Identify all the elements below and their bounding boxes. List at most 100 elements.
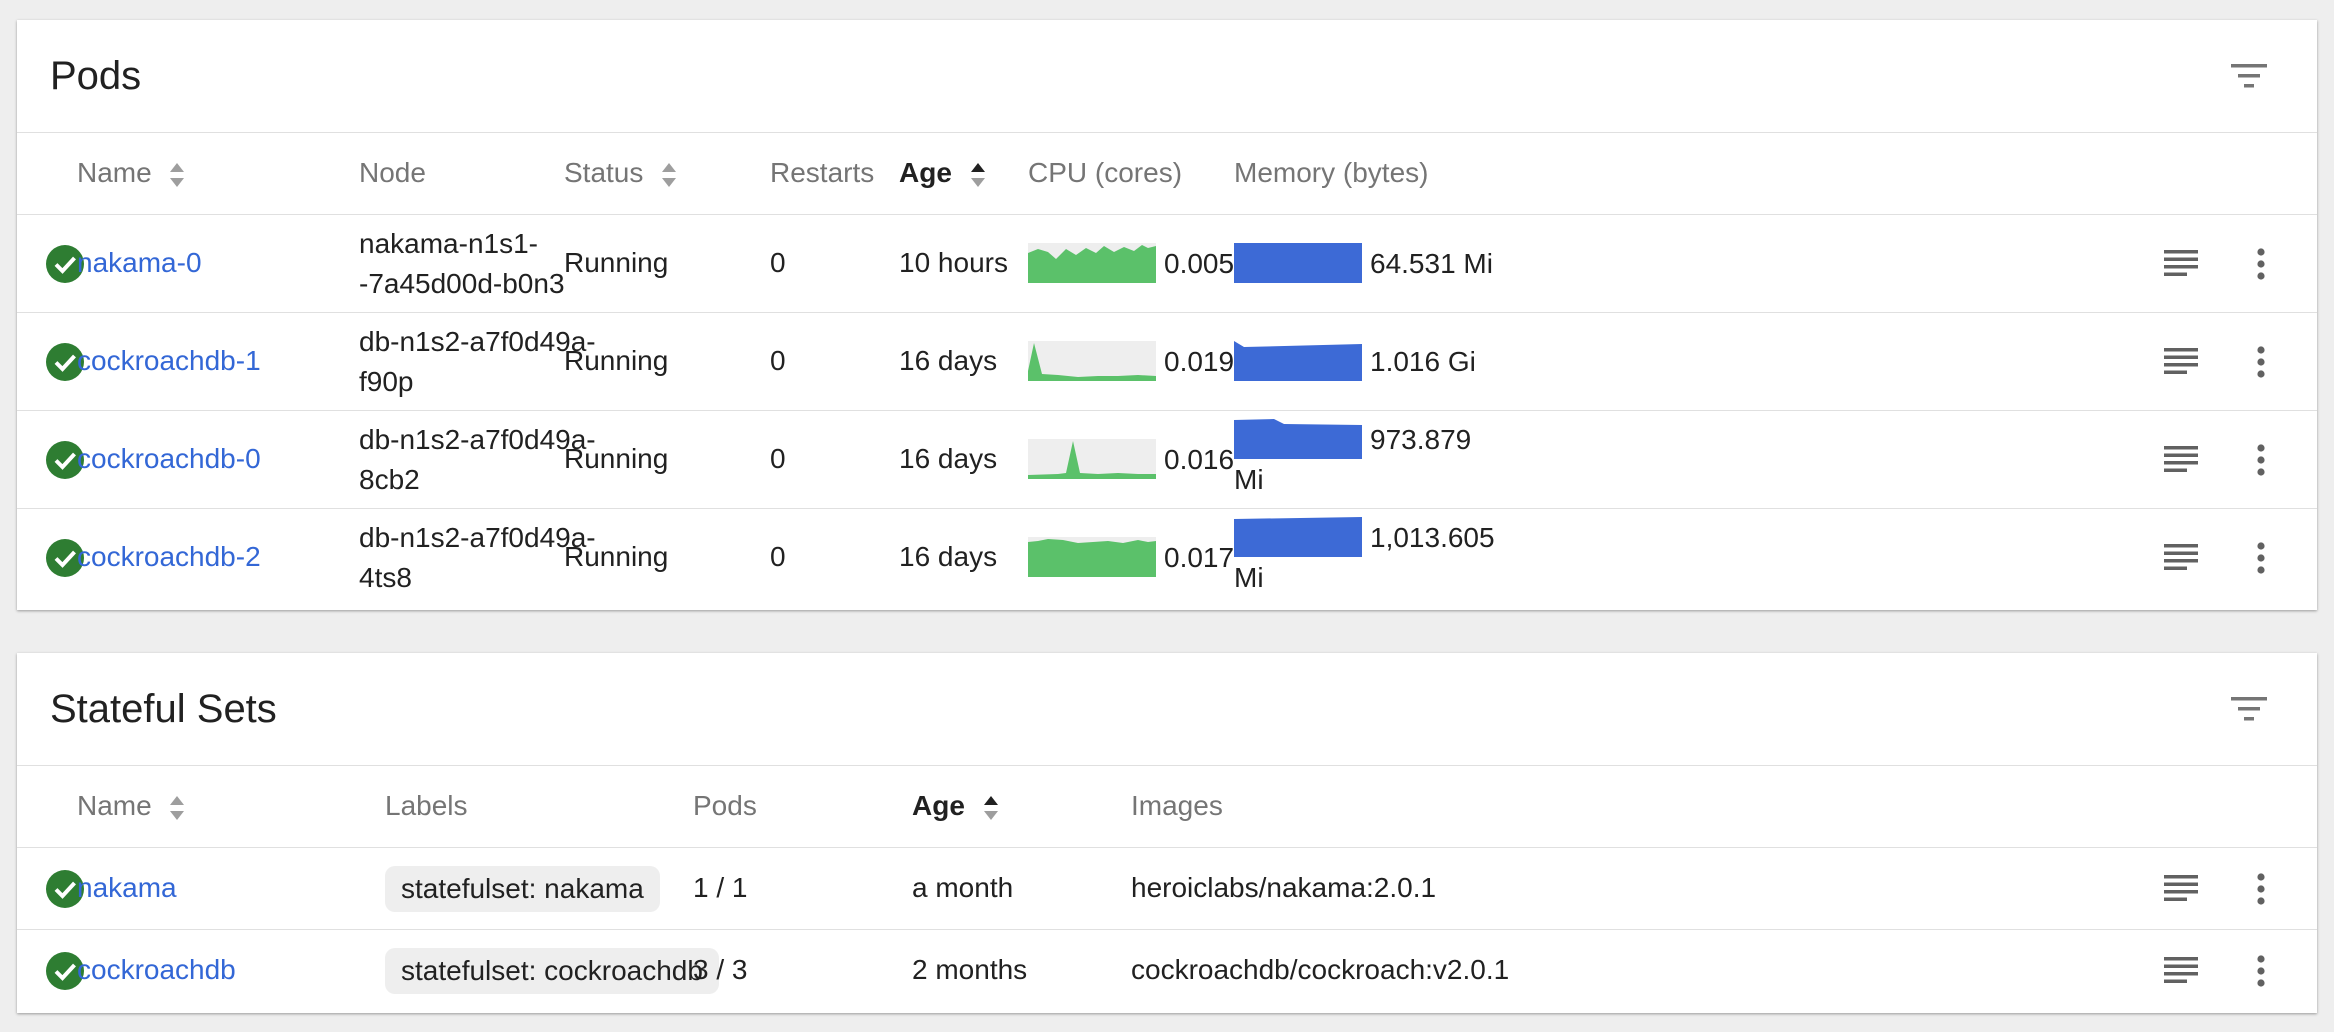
pod-node-line2: 8cb2 (359, 464, 420, 495)
sort-arrows-icon (983, 795, 998, 820)
table-row: cockroachdb-1 db-n1s2-a7f0d49a- f90p Run… (17, 313, 2317, 411)
pod-age: 16 days (899, 443, 998, 474)
pod-restarts: 0 (770, 443, 786, 474)
pods-col-age[interactable]: Age (899, 157, 988, 190)
stateful-set-age: a month (912, 872, 1014, 903)
pod-memory-line2: Mi (1234, 464, 1264, 495)
logs-icon[interactable] (2161, 342, 2201, 382)
pod-node: nakama-n1s1- -7a45d00d-b0n3 (359, 224, 565, 304)
filter-icon[interactable] (2229, 60, 2269, 92)
pods-col-age-label: Age (899, 157, 952, 188)
pod-restarts: 0 (770, 345, 786, 376)
stateful-set-image: heroiclabs/nakama:2.0.1 (1131, 872, 1437, 903)
logs-icon[interactable] (2161, 538, 2201, 578)
pod-restarts: 0 (770, 247, 786, 278)
cpu-sparkline (1028, 341, 1156, 381)
logs-icon[interactable] (2161, 440, 2201, 480)
pods-header: Pods (17, 20, 2317, 133)
pods-col-name[interactable]: Name (77, 157, 187, 190)
table-row: nakama statefulset: nakama 1 / 1 a month… (17, 848, 2317, 930)
pod-memory-line1: 973.879 (1370, 424, 1472, 455)
cpu-sparkline (1028, 537, 1156, 577)
more-vert-icon[interactable] (2241, 951, 2281, 991)
pod-name-link[interactable]: cockroachdb-0 (77, 443, 261, 475)
more-vert-icon[interactable] (2241, 869, 2281, 909)
pod-cpu-value: 0.019 (1164, 346, 1235, 377)
sets-col-labels: Labels (385, 790, 468, 821)
filter-icon[interactable] (2229, 693, 2269, 725)
stateful-sets-title: Stateful Sets (50, 687, 277, 731)
memory-sparkline (1234, 341, 1362, 381)
pods-col-name-label: Name (77, 157, 152, 188)
sets-col-name-label: Name (77, 790, 152, 821)
pods-table-header: Name Node Status Restarts Age CPU (cores… (17, 133, 2317, 215)
pod-name-link[interactable]: nakama-0 (77, 247, 202, 279)
sets-col-name[interactable]: Name (77, 790, 187, 823)
table-row: cockroachdb-0 db-n1s2-a7f0d49a- 8cb2 Run… (17, 411, 2317, 509)
stateful-set-age: 2 months (912, 954, 1028, 985)
pod-memory-line1: 1,013.605 (1370, 522, 1495, 553)
pod-restarts: 0 (770, 541, 786, 572)
pod-memory-value: 1,013.605 Mi (1234, 518, 1495, 598)
sort-arrows-icon (662, 162, 677, 187)
pods-col-memory: Memory (bytes) (1234, 157, 1429, 188)
stateful-sets-card: Stateful Sets Name Labels Pods Age Image… (17, 653, 2317, 1013)
pod-node-line2: f90p (359, 366, 414, 397)
pod-status: Running (564, 345, 669, 376)
pod-node-line2: 4ts8 (359, 562, 412, 593)
pod-node-line1: db-n1s2-a7f0d49a- (359, 424, 596, 455)
pod-node: db-n1s2-a7f0d49a- 8cb2 (359, 420, 596, 500)
pods-col-status-label: Status (564, 157, 644, 188)
pod-node: db-n1s2-a7f0d49a- f90p (359, 322, 596, 402)
more-vert-icon[interactable] (2241, 440, 2281, 480)
pods-title: Pods (50, 54, 142, 98)
table-row: cockroachdb statefulset: cockroachdb 3 /… (17, 930, 2317, 1012)
cpu-sparkline (1028, 243, 1156, 283)
pod-memory-value: 1.016 Gi (1370, 346, 1476, 377)
pod-name-link[interactable]: cockroachdb-1 (77, 345, 261, 377)
pod-cpu-value: 0.016 (1164, 444, 1235, 475)
pod-node: db-n1s2-a7f0d49a- 4ts8 (359, 518, 596, 598)
pods-col-status[interactable]: Status (564, 157, 679, 190)
stateful-set-image: cockroachdb/cockroach:v2.0.1 (1131, 954, 1510, 985)
pod-node-line1: nakama-n1s1- (359, 228, 538, 259)
pod-cpu-value: 0.005 (1164, 248, 1235, 279)
pods-col-restarts: Restarts (770, 157, 875, 188)
pod-age: 16 days (899, 541, 998, 572)
logs-icon[interactable] (2161, 869, 2201, 909)
sort-arrows-icon (170, 795, 185, 820)
more-vert-icon[interactable] (2241, 244, 2281, 284)
pod-cpu-value: 0.017 (1164, 542, 1235, 573)
sets-col-images: Images (1131, 790, 1223, 821)
pods-card: Pods Name Node Status Restarts Age CPU (… (17, 20, 2317, 610)
pod-memory-value: 64.531 Mi (1370, 248, 1493, 279)
pod-memory-line2: Mi (1234, 562, 1264, 593)
sets-col-age[interactable]: Age (912, 790, 1001, 823)
logs-icon[interactable] (2161, 951, 2201, 991)
label-chip: statefulset: cockroachdb (385, 948, 719, 994)
pod-name-link[interactable]: cockroachdb-2 (77, 541, 261, 573)
pods-col-cpu: CPU (cores) (1028, 157, 1183, 188)
label-chip: statefulset: nakama (385, 866, 660, 912)
memory-sparkline (1234, 243, 1362, 283)
table-row: nakama-0 nakama-n1s1- -7a45d00d-b0n3 Run… (17, 215, 2317, 313)
stateful-set-name-link[interactable]: cockroachdb (77, 954, 236, 986)
stateful-sets-header: Stateful Sets (17, 653, 2317, 766)
stateful-sets-table-header: Name Labels Pods Age Images (17, 766, 2317, 848)
pod-memory-value: 973.879 Mi (1234, 420, 1472, 500)
pod-node-line2: -7a45d00d-b0n3 (359, 268, 565, 299)
logs-icon[interactable] (2161, 244, 2201, 284)
stateful-set-name-link[interactable]: nakama (77, 872, 177, 904)
pod-status: Running (564, 443, 669, 474)
pod-age: 16 days (899, 345, 998, 376)
pods-col-node: Node (359, 157, 426, 188)
more-vert-icon[interactable] (2241, 538, 2281, 578)
pod-status: Running (564, 541, 669, 572)
sort-arrows-icon (970, 162, 985, 187)
more-vert-icon[interactable] (2241, 342, 2281, 382)
sort-arrows-icon (170, 162, 185, 187)
sets-col-age-label: Age (912, 790, 965, 821)
sets-col-pods: Pods (693, 790, 757, 821)
pod-node-line1: db-n1s2-a7f0d49a- (359, 326, 596, 357)
stateful-set-pods: 1 / 1 (693, 872, 748, 903)
